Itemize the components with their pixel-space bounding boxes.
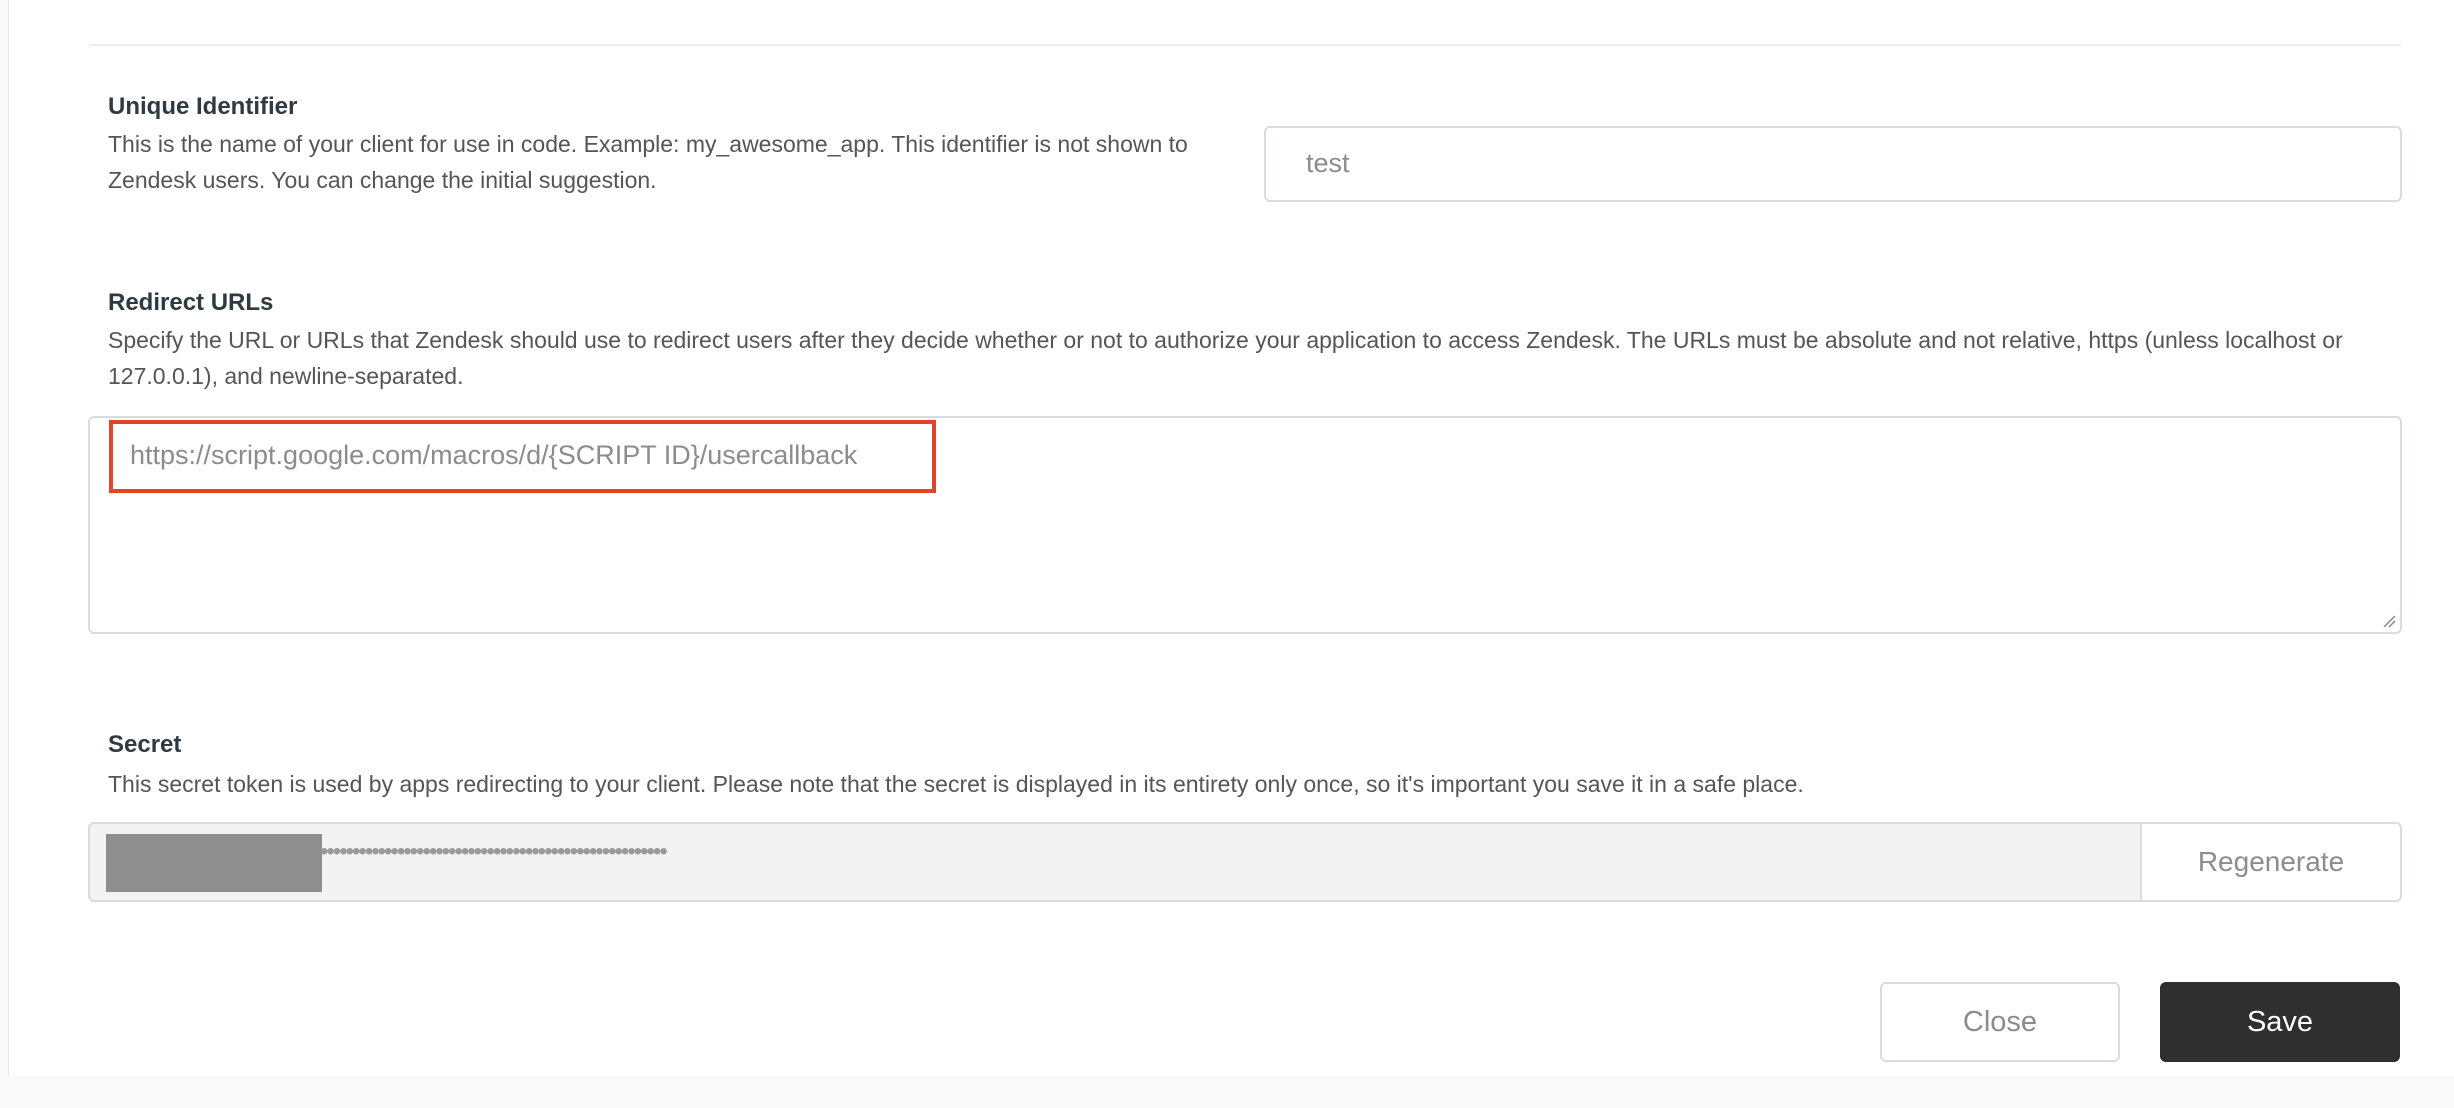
close-button[interactable]: Close bbox=[1880, 982, 2120, 1062]
redirect-urls-description: Specify the URL or URLs that Zendesk sho… bbox=[108, 327, 2343, 389]
unique-identifier-input[interactable]: test bbox=[1264, 126, 2402, 202]
resize-grip-icon[interactable] bbox=[2382, 614, 2396, 628]
redaction-block bbox=[106, 834, 322, 892]
unique-identifier-description: This is the name of your client for use … bbox=[108, 131, 1188, 193]
secret-description: This secret token is used by apps redire… bbox=[108, 771, 1804, 797]
secret-masked-value: ••••••••••••••••••••••••••••••••••••••••… bbox=[320, 838, 668, 865]
secret-label: Secret bbox=[108, 731, 182, 758]
unique-identifier-label: Unique Identifier bbox=[108, 93, 298, 120]
regenerate-button[interactable]: Regenerate bbox=[2140, 824, 2400, 900]
unique-identifier-value: test bbox=[1306, 148, 1350, 178]
redirect-urls-label: Redirect URLs bbox=[108, 289, 274, 316]
annotation-highlight-box bbox=[109, 420, 936, 493]
page: Unique Identifier This is the name of yo… bbox=[0, 0, 2454, 1108]
secret-field[interactable]: ••••••••••••••••••••••••••••••••••••••••… bbox=[88, 822, 2402, 902]
save-button[interactable]: Save bbox=[2160, 982, 2400, 1062]
divider bbox=[89, 44, 2401, 46]
